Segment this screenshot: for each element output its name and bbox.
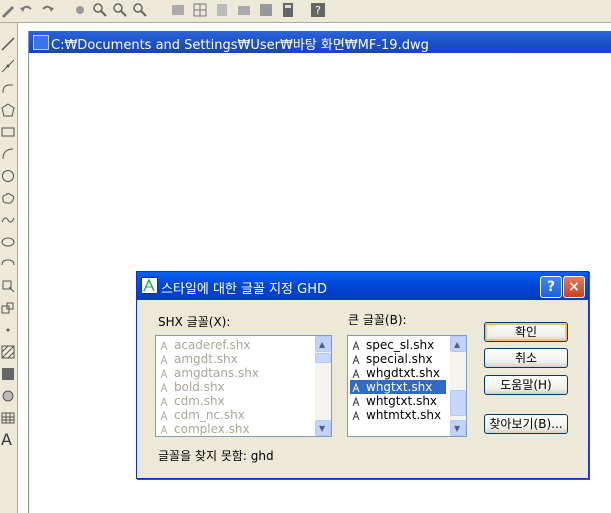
font-file-icon <box>160 368 168 379</box>
big-font-list[interactable]: spec_sl.shx special.shx whgdtxt.shx whgt… <box>347 335 467 437</box>
ok-button[interactable]: 확인 <box>484 322 568 342</box>
list-item[interactable]: amgdtans.shx <box>158 366 259 380</box>
multiline-text-tool[interactable]: A <box>1 430 12 449</box>
list-item[interactable]: complex.shx <box>158 422 250 436</box>
autocad-app-icon <box>141 277 158 294</box>
properties-icon[interactable] <box>170 2 186 18</box>
calculator-icon[interactable] <box>280 2 296 18</box>
scroll-thumb[interactable] <box>315 353 331 363</box>
scroll-down-button[interactable]: ▼ <box>315 420 331 436</box>
list-item[interactable]: amgdt.shx <box>158 352 238 366</box>
help-title-button[interactable]: ? <box>540 276 562 298</box>
hatch-icon[interactable] <box>1 345 15 359</box>
shx-list-scrollbar[interactable]: ▲ ▼ <box>315 336 331 436</box>
pencil-icon[interactable] <box>0 2 16 18</box>
list-item-selected[interactable]: whgtxt.shx <box>350 380 446 394</box>
chevron-down-icon: ▼ <box>454 424 461 433</box>
polyline-icon[interactable] <box>1 81 15 95</box>
browse-button[interactable]: 찾아보기(B)... <box>484 414 568 434</box>
list-item[interactable]: whtmtxt.shx <box>350 408 441 422</box>
spline-icon[interactable] <box>1 213 15 227</box>
drawing-file-icon <box>33 35 49 50</box>
shx-font-label: SHX 글꼴(X): <box>158 315 231 329</box>
scroll-up-button[interactable]: ▲ <box>450 336 466 352</box>
sheet-set-icon[interactable] <box>236 2 252 18</box>
list-item[interactable]: whgdtxt.shx <box>350 366 440 380</box>
drawing-title-bar[interactable]: C:₩Documents and Settings₩User₩바탕 화면₩MF-… <box>29 31 611 53</box>
list-item[interactable]: cdm_nc.shx <box>158 408 245 422</box>
scroll-down-button[interactable]: ▼ <box>450 420 466 436</box>
status-text: 글꼴을 찾지 못함: ghd <box>158 449 274 463</box>
dialog-title: 스타일에 대한 글꼴 지정 GHD <box>161 282 327 297</box>
scroll-thumb[interactable] <box>450 390 466 416</box>
list-item[interactable]: cdm.shx <box>158 394 225 408</box>
font-file-icon <box>352 340 360 351</box>
point-icon[interactable] <box>1 323 15 337</box>
font-file-icon <box>160 354 168 365</box>
svg-text:?: ? <box>315 4 321 17</box>
font-file-icon <box>160 382 168 393</box>
font-file-icon <box>160 340 168 351</box>
help-button[interactable]: 도움말(H) <box>484 375 568 395</box>
font-file-icon <box>352 396 360 407</box>
rectangle-icon[interactable] <box>1 125 15 139</box>
design-center-icon[interactable] <box>192 2 208 18</box>
font-file-icon <box>352 410 360 421</box>
ellipse-arc-icon[interactable] <box>1 257 15 271</box>
chevron-down-icon: ▼ <box>319 424 326 433</box>
list-item[interactable]: whtgtxt.shx <box>350 394 437 408</box>
drawing-title: C:₩Documents and Settings₩User₩바탕 화면₩MF-… <box>51 38 429 53</box>
tool-palettes-icon[interactable] <box>214 2 230 18</box>
polygon-icon[interactable] <box>1 103 15 117</box>
help-icon[interactable]: ? <box>310 2 326 18</box>
font-file-icon <box>352 382 360 393</box>
pan-icon[interactable] <box>72 2 88 18</box>
font-file-icon <box>352 354 360 365</box>
revision-cloud-icon[interactable] <box>1 191 15 205</box>
scroll-up-button[interactable]: ▲ <box>315 336 331 352</box>
font-file-icon <box>160 410 168 421</box>
region-icon[interactable] <box>1 389 15 403</box>
table-icon[interactable] <box>1 411 15 425</box>
font-file-icon <box>352 368 360 379</box>
cancel-button[interactable]: 취소 <box>484 348 568 368</box>
chevron-up-icon: ▲ <box>319 340 326 349</box>
draw-toolbar: A <box>0 23 18 513</box>
big-font-label: 큰 글꼴(B): <box>348 313 407 327</box>
redo-icon[interactable] <box>40 2 56 18</box>
zoom-window-icon[interactable] <box>112 2 128 18</box>
shx-font-list[interactable]: acaderef.shx amgdt.shx amgdtans.shx bold… <box>155 335 332 437</box>
dialog-title-bar[interactable]: 스타일에 대한 글꼴 지정 GHD ? × <box>137 272 588 300</box>
font-substitution-dialog: 스타일에 대한 글꼴 지정 GHD ? × SHX 글꼴(X): 큰 글꼴(B)… <box>136 271 589 479</box>
gradient-icon[interactable] <box>1 367 15 381</box>
zoom-previous-icon[interactable] <box>132 2 148 18</box>
construction-line-icon[interactable] <box>1 59 15 73</box>
chevron-up-icon: ▲ <box>454 340 461 349</box>
arc-icon[interactable] <box>1 147 15 161</box>
circle-icon[interactable] <box>1 169 15 183</box>
list-item[interactable]: spec_sl.shx <box>350 338 434 352</box>
font-file-icon <box>160 424 168 435</box>
font-file-icon <box>160 396 168 407</box>
close-button[interactable]: × <box>563 276 585 298</box>
ellipse-icon[interactable] <box>1 235 15 249</box>
list-item[interactable]: acaderef.shx <box>158 338 250 352</box>
markup-icon[interactable] <box>258 2 274 18</box>
big-font-list-scrollbar[interactable]: ▲ ▼ <box>450 336 466 436</box>
line-icon[interactable] <box>1 37 15 51</box>
standard-toolbar: ? <box>0 0 611 23</box>
list-item[interactable]: bold.shx <box>158 380 225 394</box>
undo-icon[interactable] <box>18 2 34 18</box>
make-block-icon[interactable] <box>1 301 15 315</box>
zoom-realtime-icon[interactable] <box>92 2 108 18</box>
insert-block-icon[interactable] <box>1 279 15 293</box>
list-item[interactable]: special.shx <box>350 352 433 366</box>
